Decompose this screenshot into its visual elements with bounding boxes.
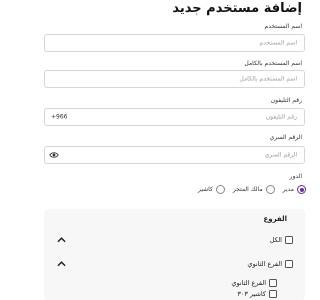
password-label: الرقم السري [269, 134, 302, 141]
role-label: الدور [289, 173, 302, 180]
sub-branch-row[interactable]: الفرع الثانوي [231, 279, 277, 287]
fullname-label: اسم المستخدم بالكامل [244, 60, 302, 67]
chevron-up-icon[interactable] [57, 261, 66, 267]
password-placeholder: الرقم السري [264, 151, 297, 159]
phone-label: رقم التليفون [270, 97, 302, 104]
branch-all-row[interactable]: الكل [270, 236, 293, 244]
role-option-manager[interactable]: مدير [283, 185, 306, 194]
fullname-placeholder: اسم المستخدم بالكامل [239, 75, 297, 83]
phone-input[interactable]: رقم التليفون +966 [44, 108, 305, 126]
chevron-up-icon[interactable] [57, 237, 66, 243]
checkbox-branch-group[interactable] [285, 260, 293, 268]
radio-cashier[interactable] [215, 185, 225, 194]
role-option-cashier[interactable]: كاشير [198, 185, 225, 194]
role-manager-label: مدير [282, 186, 294, 193]
eye-icon[interactable] [49, 150, 59, 160]
cashier-row[interactable]: كاشير ٣٠٣ [237, 290, 277, 298]
role-cashier-label: كاشير [198, 186, 213, 193]
role-options: مدير مالك المتجر كاشير [198, 184, 306, 195]
radio-owner[interactable] [265, 185, 275, 194]
checkbox-cashier[interactable] [269, 290, 277, 298]
country-code: +966 [51, 113, 68, 121]
password-input[interactable]: الرقم السري [44, 146, 305, 164]
cashier-label: كاشير ٣٠٣ [237, 290, 266, 298]
username-input[interactable]: اسم المستخدم [44, 34, 305, 52]
branches-panel: الفروع الكل الفرع الثانوي الفرع الثانوي … [44, 209, 305, 300]
radio-manager[interactable] [297, 185, 306, 194]
role-option-owner[interactable]: مالك المتجر [233, 185, 275, 194]
sub-branch-label: الفرع الثانوي [231, 279, 266, 287]
branch-all-label: الكل [269, 236, 282, 244]
branch-group-row[interactable]: الفرع الثانوي [247, 260, 293, 268]
page-title: إضافة مستخدم جديد [172, 1, 302, 16]
checkbox-sub-branch[interactable] [269, 279, 277, 287]
branches-title: الفروع [263, 215, 287, 223]
role-owner-label: مالك المتجر [232, 186, 263, 193]
username-placeholder: اسم المستخدم [259, 39, 297, 47]
fullname-input[interactable]: اسم المستخدم بالكامل [44, 70, 305, 88]
phone-placeholder: رقم التليفون [265, 113, 297, 121]
branch-group-label: الفرع الثانوي [247, 260, 282, 268]
username-label: اسم المستخدم [264, 23, 302, 30]
checkbox-all[interactable] [285, 236, 293, 244]
